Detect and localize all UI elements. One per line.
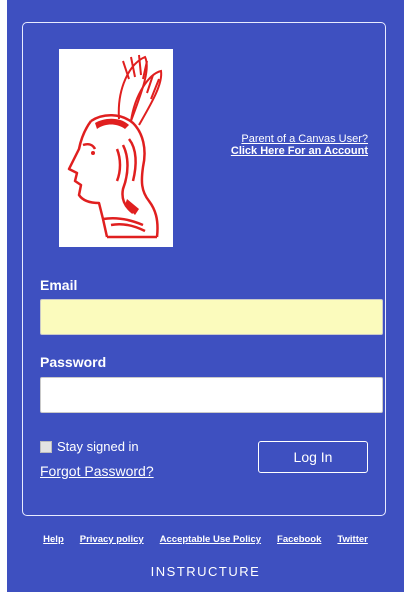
forgot-password-link[interactable]: Forgot Password?	[40, 463, 154, 479]
footer-link-acceptable-use[interactable]: Acceptable Use Policy	[160, 534, 261, 545]
stay-signed-in-label[interactable]: Stay signed in	[57, 439, 139, 454]
school-logo	[59, 49, 173, 247]
footer-link-twitter[interactable]: Twitter	[337, 534, 367, 545]
parent-link-line1[interactable]: Parent of a Canvas User?	[168, 133, 368, 145]
footer-link-facebook[interactable]: Facebook	[277, 534, 321, 545]
instructure-brand[interactable]: INSTRUCTURE	[7, 564, 404, 579]
footer-link-privacy[interactable]: Privacy policy	[80, 534, 144, 545]
parent-link-line2[interactable]: Click Here For an Account	[168, 145, 368, 157]
footer-links: Help Privacy policy Acceptable Use Polic…	[7, 534, 404, 545]
parent-account-link[interactable]: Parent of a Canvas User? Click Here For …	[168, 133, 368, 157]
footer-link-help[interactable]: Help	[43, 534, 64, 545]
password-label: Password	[40, 354, 107, 370]
stay-signed-in-row[interactable]: Stay signed in	[40, 439, 139, 454]
chief-head-icon	[59, 49, 173, 247]
login-button[interactable]: Log In	[258, 441, 368, 473]
password-input[interactable]	[40, 377, 383, 413]
email-input[interactable]	[40, 299, 383, 335]
login-screen: Parent of a Canvas User? Click Here For …	[7, 0, 404, 592]
email-label: Email	[40, 277, 78, 293]
login-panel: Parent of a Canvas User? Click Here For …	[22, 22, 386, 516]
stay-signed-in-checkbox[interactable]	[40, 440, 52, 453]
